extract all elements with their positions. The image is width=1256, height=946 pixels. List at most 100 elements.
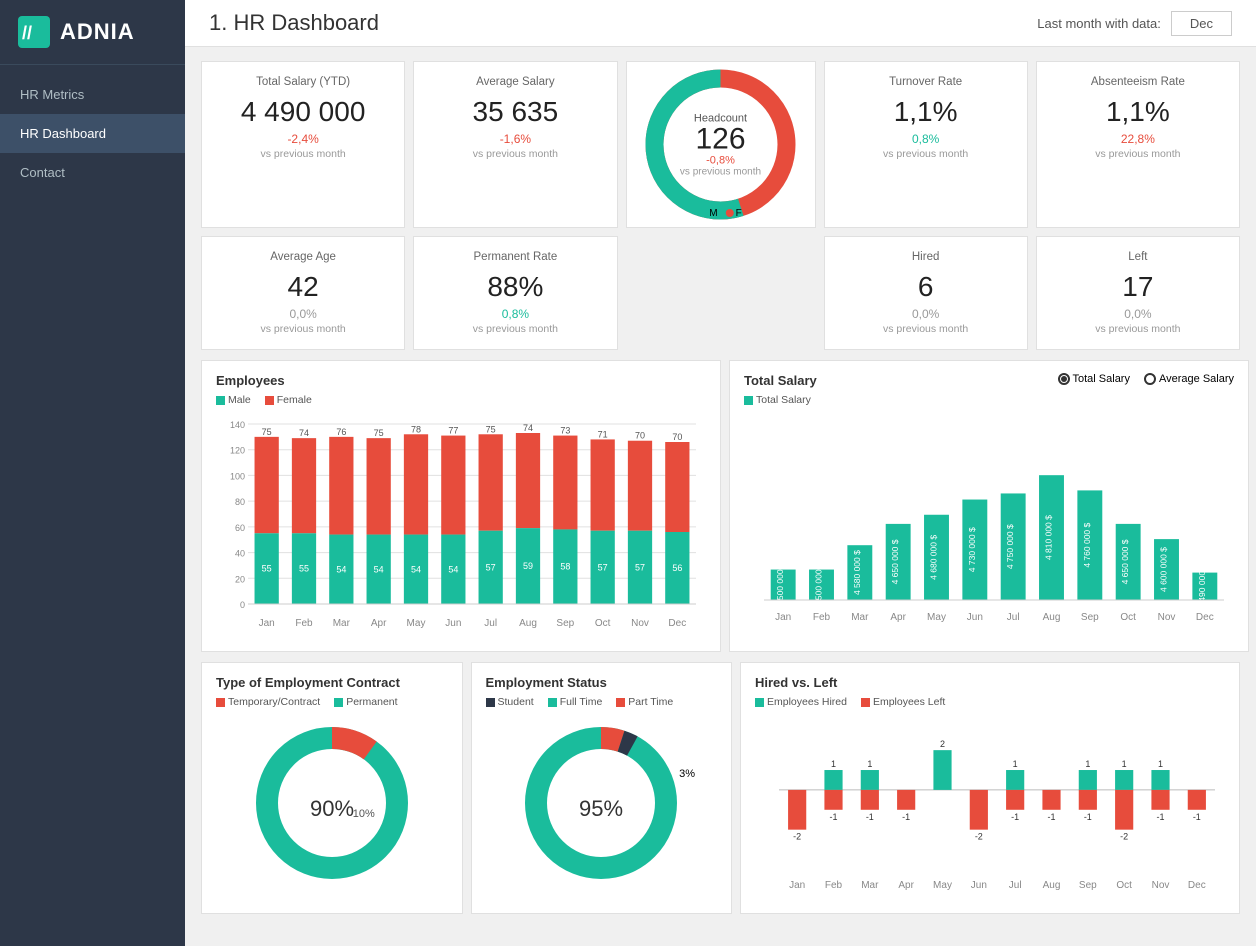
svg-text:0: 0 <box>240 600 245 610</box>
svg-text:71: 71 <box>598 429 608 439</box>
kpi-absenteeism-vs: vs previous month <box>1049 148 1227 160</box>
kpi-avg-age-value: 42 <box>214 271 392 303</box>
kpi-avg-age-delta: 0,0% <box>214 307 392 321</box>
kpi-left-delta: 0,0% <box>1049 307 1227 321</box>
svg-text:Mar: Mar <box>333 618 351 629</box>
sidebar-item-hr-dashboard[interactable]: HR Dashboard <box>0 114 185 153</box>
svg-text:75: 75 <box>486 424 496 434</box>
svg-text:Sep: Sep <box>1079 880 1097 891</box>
svg-text:Dec: Dec <box>1196 612 1214 623</box>
radio-total-salary[interactable]: Total Salary <box>1058 373 1130 385</box>
svg-text:Jun: Jun <box>967 612 983 623</box>
employment-status-chart: Employment Status Student Full Time Part… <box>471 662 733 914</box>
svg-text:70: 70 <box>672 432 682 442</box>
svg-text:76: 76 <box>336 427 346 437</box>
svg-text:75: 75 <box>262 427 272 437</box>
svg-text:-1: -1 <box>902 812 910 822</box>
svg-text:55: 55 <box>299 564 309 574</box>
salary-bar-svg: 4 500 000 $Jan4 500 000 $Feb4 580 000 $M… <box>744 418 1234 628</box>
kpi-total-salary-value: 4 490 000 <box>214 96 392 128</box>
svg-text:59: 59 <box>523 561 533 571</box>
svg-text:Feb: Feb <box>813 612 831 623</box>
svg-text:78: 78 <box>411 424 421 434</box>
employment-status-legend: Student Full Time Part Time <box>486 696 718 708</box>
svg-text:54: 54 <box>336 564 346 574</box>
radio-avg-empty <box>1144 373 1156 385</box>
svg-text:Jul: Jul <box>1009 880 1022 891</box>
svg-text:4 680 000 $: 4 680 000 $ <box>929 535 939 580</box>
kpi-hired-vs: vs previous month <box>837 323 1015 335</box>
kpi-turnover-title: Turnover Rate <box>837 76 1015 88</box>
kpi-left-value: 17 <box>1049 271 1227 303</box>
sidebar-item-hr-metrics[interactable]: HR Metrics <box>0 75 185 114</box>
dashboard-content: Total Salary (YTD) 4 490 000 -2,4% vs pr… <box>185 47 1256 946</box>
svg-text:120: 120 <box>230 446 245 456</box>
svg-text:-1: -1 <box>1047 812 1055 822</box>
kpi-total-salary: Total Salary (YTD) 4 490 000 -2,4% vs pr… <box>201 61 405 228</box>
svg-text:140: 140 <box>230 420 245 430</box>
svg-text:Apr: Apr <box>371 618 387 629</box>
svg-text:Nov: Nov <box>1158 612 1176 623</box>
kpi-row2-spacer <box>626 236 816 350</box>
kpi-left-title: Left <box>1049 251 1227 263</box>
svg-text:4 750 000 $: 4 750 000 $ <box>1005 524 1015 569</box>
salary-chart-header: Total Salary Total Salary Total Salary A… <box>744 373 1234 414</box>
svg-text:57: 57 <box>598 562 608 572</box>
svg-text:-1: -1 <box>866 812 874 822</box>
svg-text:-2: -2 <box>1120 832 1128 842</box>
svg-text:54: 54 <box>374 564 384 574</box>
last-month-label: Last month with data: <box>1037 16 1161 31</box>
svg-text:-2: -2 <box>793 832 801 842</box>
kpi-avg-age-title: Average Age <box>214 251 392 263</box>
svg-text:May: May <box>407 618 426 629</box>
employment-donut-svg: 95% <box>516 718 686 888</box>
employment-status-title: Employment Status <box>486 675 718 690</box>
svg-text:54: 54 <box>411 564 421 574</box>
svg-text:Jan: Jan <box>775 612 791 623</box>
svg-text:75: 75 <box>374 428 384 438</box>
kpi-absenteeism-delta: 22,8% <box>1049 132 1227 146</box>
svg-text:1: 1 <box>867 759 872 769</box>
svg-text://: // <box>22 23 32 43</box>
last-month-value[interactable]: Dec <box>1171 11 1232 36</box>
svg-text:Aug: Aug <box>519 618 537 629</box>
svg-text:May: May <box>933 880 952 891</box>
kpi-perm-rate-vs: vs previous month <box>426 323 604 335</box>
svg-text:74: 74 <box>299 428 309 438</box>
kpi-headcount: Headcount 126 -0,8% vs previous month M … <box>626 61 816 228</box>
kpi-turnover: Turnover Rate 1,1% 0,8% vs previous mont… <box>824 61 1028 228</box>
svg-text:54: 54 <box>448 564 458 574</box>
svg-text:4 490 000 $: 4 490 000 $ <box>1197 564 1207 609</box>
svg-text:-1: -1 <box>1193 812 1201 822</box>
svg-text:-1: -1 <box>1156 812 1164 822</box>
kpi-row-2: Average Age 42 0,0% vs previous month Pe… <box>201 236 1240 350</box>
svg-text:-1: -1 <box>1011 812 1019 822</box>
kpi-total-salary-delta: -2,4% <box>214 132 392 146</box>
svg-text:4 580 000 $: 4 580 000 $ <box>852 550 862 595</box>
svg-text:Nov: Nov <box>1152 880 1170 891</box>
svg-text:Aug: Aug <box>1043 612 1061 623</box>
hired-left-chart: Hired vs. Left Employees Hired Employees… <box>740 662 1240 914</box>
svg-text:20: 20 <box>235 574 245 584</box>
svg-text:Feb: Feb <box>825 880 843 891</box>
kpi-perm-rate-title: Permanent Rate <box>426 251 604 263</box>
hired-left-title: Hired vs. Left <box>755 675 1225 690</box>
kpi-perm-rate-value: 88% <box>426 271 604 303</box>
svg-text:74: 74 <box>523 423 533 433</box>
radio-avg-salary[interactable]: Average Salary <box>1144 373 1234 385</box>
svg-text:Sep: Sep <box>1081 612 1099 623</box>
svg-text:Mar: Mar <box>851 612 869 623</box>
svg-text:1: 1 <box>1013 759 1018 769</box>
svg-text:95%: 95% <box>579 796 623 821</box>
svg-text:Oct: Oct <box>1120 612 1136 623</box>
kpi-absenteeism-value: 1,1% <box>1049 96 1227 128</box>
sidebar-item-contact[interactable]: Contact <box>0 153 185 192</box>
headcount-legend: M F <box>699 208 741 219</box>
svg-text:80: 80 <box>235 497 245 507</box>
kpi-perm-rate: Permanent Rate 88% 0,8% vs previous mont… <box>413 236 617 350</box>
svg-text:Jan: Jan <box>259 618 275 629</box>
kpi-avg-salary: Average Salary 35 635 -1,6% vs previous … <box>413 61 617 228</box>
svg-text:40: 40 <box>235 549 245 559</box>
svg-text:4 760 000 $: 4 760 000 $ <box>1082 522 1092 567</box>
contract-chart: Type of Employment Contract Temporary/Co… <box>201 662 463 914</box>
